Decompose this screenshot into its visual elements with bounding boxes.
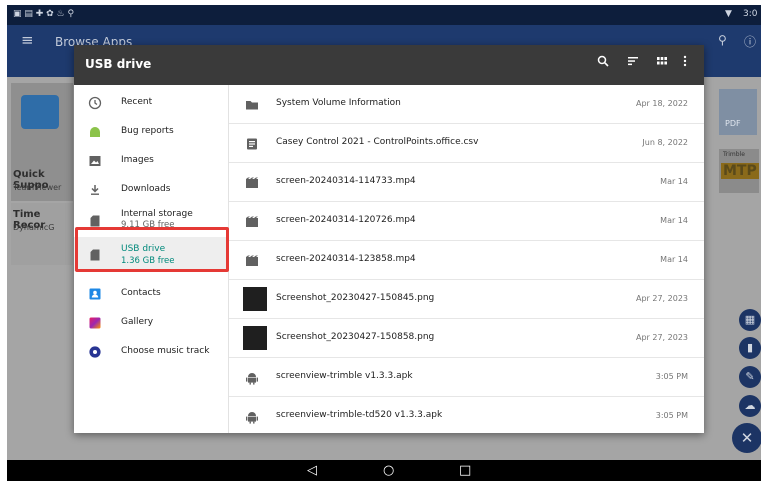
file-date: Apr 27, 2023 xyxy=(635,333,688,342)
file-row[interactable]: System Volume Information Apr 18, 2022 xyxy=(229,85,704,124)
mtp-badge: MTP xyxy=(721,163,759,179)
file-name: Screenshot_20230427-150845.png xyxy=(276,293,435,303)
sidebar-item-images[interactable]: Images xyxy=(74,146,228,175)
file-row[interactable]: Screenshot_20230427-150845.png Apr 27, 2… xyxy=(229,280,704,319)
file-name: System Volume Information xyxy=(276,98,401,108)
overflow-menu-icon[interactable] xyxy=(682,55,688,70)
image-icon xyxy=(88,153,102,167)
file-row[interactable]: screen-20240314-123858.mp4 Mar 14 xyxy=(229,241,704,280)
pdf-badge: PDF xyxy=(725,119,741,128)
video-icon xyxy=(245,214,259,228)
sidebar-item-downloads[interactable]: Downloads xyxy=(74,175,228,204)
grid-view-icon[interactable] xyxy=(656,55,668,70)
file-name: screen-20240314-123858.mp4 xyxy=(276,254,416,264)
cloud-upload-icon[interactable]: ☁ xyxy=(739,395,761,417)
android-apk-icon xyxy=(245,370,259,385)
file-picker-dialog: USB drive Recent Bug reports Images Down… xyxy=(74,45,704,433)
file-row[interactable]: screenview-trimble v1.3.3.apk 3:05 PM xyxy=(229,358,704,397)
video-icon xyxy=(245,175,259,189)
file-name: Casey Control 2021 - ControlPoints.offic… xyxy=(276,137,479,147)
app-card[interactable]: Quick Suppo TeamViewer xyxy=(11,83,73,201)
file-name: screenview-trimble-td520 v1.3.3.apk xyxy=(276,410,443,420)
file-row[interactable]: screenview-trimble-td520 v1.3.3.apk 3:05… xyxy=(229,397,704,436)
sidebar-item-label: Recent xyxy=(121,97,153,107)
android-apk-icon xyxy=(245,409,259,424)
file-date: Apr 18, 2022 xyxy=(635,99,688,108)
trimble-label: Trimble xyxy=(723,151,745,158)
recents-icon[interactable]: □ xyxy=(459,463,471,478)
file-date: Jun 8, 2022 xyxy=(642,138,688,147)
pdf-app-card[interactable]: PDF xyxy=(719,89,757,135)
file-name: screen-20240314-114733.mp4 xyxy=(276,176,416,186)
contacts-icon xyxy=(88,286,102,300)
gallery-icon xyxy=(88,315,102,329)
dialog-title: USB drive xyxy=(85,57,152,71)
back-icon[interactable]: ◁ xyxy=(307,463,317,478)
sidebar-item-label: Bug reports xyxy=(121,126,174,136)
android-icon xyxy=(88,124,102,138)
sidebar-item-label: Choose music track xyxy=(121,346,210,356)
download-icon xyxy=(88,182,102,196)
status-time: 3:0 xyxy=(743,9,758,19)
sidebar-item-label: Gallery xyxy=(121,317,154,327)
document-icon xyxy=(245,136,259,150)
app-card[interactable]: Time Recor DynamicG xyxy=(11,203,73,265)
music-icon xyxy=(88,344,102,358)
sidebar-item-gallery[interactable]: Gallery xyxy=(74,308,228,337)
info-icon[interactable]: ⓘ xyxy=(744,33,756,50)
close-fab-icon[interactable]: ✕ xyxy=(732,423,761,453)
sidebar-item-contacts[interactable]: Contacts xyxy=(74,279,228,308)
video-icon xyxy=(245,253,259,267)
selection-highlight-box xyxy=(75,227,229,272)
file-date: 3:05 PM xyxy=(655,411,688,420)
edit-icon[interactable]: ✎ xyxy=(739,366,761,388)
home-icon[interactable]: ○ xyxy=(383,463,394,478)
app-card-sub: DynamicG xyxy=(13,223,55,232)
menu-icon[interactable]: ≡ xyxy=(21,31,34,49)
sidebar-item-choose-music-track[interactable]: Choose music track xyxy=(74,337,228,366)
file-list: System Volume Information Apr 18, 2022 C… xyxy=(229,85,704,433)
sdcard-icon xyxy=(88,213,102,227)
navigation-bar: ◁ ○ □ xyxy=(7,460,761,481)
sdcard-icon[interactable]: ▮ xyxy=(739,337,761,359)
wifi-icon: ▼ xyxy=(725,9,732,19)
sidebar-item-label: Contacts xyxy=(121,288,161,298)
device-screen: ▣ ▤ ✚ ✿ ♨ ⚲ ▼ 3:0 ≡ Browse Apps ⚲ ⓘ Quic… xyxy=(7,5,761,481)
image-thumbnail xyxy=(243,326,267,350)
sort-icon[interactable] xyxy=(627,55,639,70)
status-bar: ▣ ▤ ✚ ✿ ♨ ⚲ ▼ 3:0 xyxy=(7,5,761,25)
qr-icon[interactable]: ▦ xyxy=(739,309,761,331)
folder-icon xyxy=(245,97,259,111)
search-icon[interactable]: ⚲ xyxy=(718,33,727,47)
file-row[interactable]: screen-20240314-114733.mp4 Mar 14 xyxy=(229,163,704,202)
sidebar-item-label: Downloads xyxy=(121,184,171,194)
image-thumbnail xyxy=(243,287,267,311)
sidebar-item-recent[interactable]: Recent xyxy=(74,88,228,117)
file-name: screenview-trimble v1.3.3.apk xyxy=(276,371,413,381)
dialog-toolbar: USB drive xyxy=(74,45,704,85)
file-date: Apr 27, 2023 xyxy=(635,294,688,303)
file-date: Mar 14 xyxy=(660,216,688,225)
file-row[interactable]: Screenshot_20230427-150858.png Apr 27, 2… xyxy=(229,319,704,358)
app-card-sub: TeamViewer xyxy=(13,183,62,192)
teamviewer-icon xyxy=(21,95,59,129)
file-date: 3:05 PM xyxy=(655,372,688,381)
file-row[interactable]: screen-20240314-120726.mp4 Mar 14 xyxy=(229,202,704,241)
sidebar-item-label: Internal storage xyxy=(121,209,193,219)
notification-icons: ▣ ▤ ✚ ✿ ♨ ⚲ xyxy=(13,9,75,19)
file-date: Mar 14 xyxy=(660,255,688,264)
search-icon[interactable] xyxy=(597,55,609,70)
file-row[interactable]: Casey Control 2021 - ControlPoints.offic… xyxy=(229,124,704,163)
sidebar-item-label: Images xyxy=(121,155,154,165)
file-name: Screenshot_20230427-150858.png xyxy=(276,332,435,342)
file-name: screen-20240314-120726.mp4 xyxy=(276,215,416,225)
file-date: Mar 14 xyxy=(660,177,688,186)
clock-icon xyxy=(88,95,102,110)
mtp-app-card[interactable]: Trimble MTP xyxy=(719,149,759,193)
sidebar-item-bug-reports[interactable]: Bug reports xyxy=(74,117,228,146)
